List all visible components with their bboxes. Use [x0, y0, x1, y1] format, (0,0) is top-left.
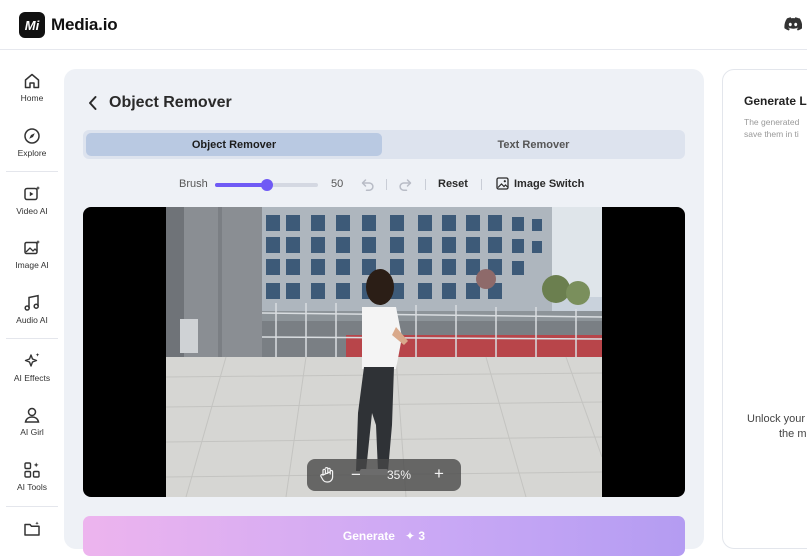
redo-icon[interactable]	[398, 178, 412, 191]
tools-grid-icon	[24, 462, 40, 478]
sidebar-item-label: Video AI	[16, 206, 48, 216]
unlock-message: Unlock your the m	[747, 412, 807, 442]
logo-mark: Mi	[19, 12, 45, 38]
sidebar-item-ai-tools[interactable]: AI Tools	[4, 461, 60, 492]
folder-icon	[24, 521, 40, 536]
panel-title: Generate L	[744, 94, 807, 108]
sidebar-item-home[interactable]: Home	[4, 72, 60, 103]
unlock-message-line: the m	[779, 428, 807, 440]
zoom-out-button[interactable]: −	[351, 465, 361, 485]
video-ai-icon	[24, 186, 40, 201]
image-ai-icon	[24, 240, 40, 255]
sidebar-item-video-ai[interactable]: Video AI	[4, 185, 60, 216]
sidebar-item-label: Explore	[17, 148, 47, 158]
toolbar-divider	[386, 179, 387, 190]
brush-toolbar: Brush 50 Reset Image Switch	[179, 177, 599, 193]
logo[interactable]: Mi Media.io	[19, 12, 118, 38]
ai-girl-icon	[24, 407, 40, 423]
sidebar-item-folder[interactable]	[4, 520, 60, 538]
undo-icon[interactable]	[361, 178, 375, 191]
generation-history-panel: Generate L The generated save them in ti…	[722, 69, 807, 549]
brush-size-value: 50	[331, 178, 344, 190]
generate-label: Generate	[342, 529, 395, 543]
sidebar-item-label: Home	[20, 93, 44, 103]
sidebar-item-explore[interactable]: Explore	[4, 127, 60, 158]
app-name: Media.io	[51, 15, 118, 34]
sidebar-item-label: AI Effects	[13, 373, 51, 383]
panel-description-line: The generated	[744, 117, 800, 127]
music-note-icon	[24, 294, 39, 311]
mode-tabs: Object Remover Text Remover	[83, 130, 685, 159]
image-switch-label: Image Switch	[514, 177, 585, 190]
sidebar-item-audio-ai[interactable]: Audio AI	[4, 294, 60, 325]
sidebar-item-ai-effects[interactable]: AI Effects	[4, 352, 60, 383]
top-bar: Mi Media.io	[0, 0, 807, 50]
sparkle-icon	[24, 353, 40, 367]
brush-slider-fill	[215, 183, 267, 187]
generate-credits: 3	[418, 529, 426, 543]
zoom-in-button[interactable]: +	[434, 464, 444, 484]
home-icon	[24, 73, 40, 89]
page-title: Object Remover	[109, 94, 232, 111]
credit-icon: ✦	[398, 529, 416, 543]
zoom-percent: 35%	[387, 468, 412, 482]
photo-preview	[166, 207, 602, 497]
sidebar-divider	[6, 338, 58, 339]
back-arrow-icon[interactable]	[86, 94, 100, 112]
discord-icon[interactable]	[784, 16, 802, 32]
sidebar-divider	[6, 506, 58, 507]
brush-label: Brush	[179, 178, 208, 190]
sidebar-item-label: AI Tools	[16, 482, 48, 492]
panel-description-line: save them in ti	[744, 129, 799, 139]
generate-button[interactable]: Generate ✦ 3	[83, 516, 685, 556]
reset-button[interactable]: Reset	[438, 178, 468, 190]
sidebar-divider	[6, 171, 58, 172]
sidebar-item-image-ai[interactable]: Image AI	[4, 239, 60, 270]
image-switch-icon	[496, 177, 509, 190]
compass-icon	[24, 128, 40, 144]
sidebar-item-label: Image AI	[15, 260, 49, 270]
unlock-message-line: Unlock your	[747, 413, 806, 425]
sidebar: Home Explore Video AI Image AI Audio AI …	[0, 51, 64, 538]
toolbar-divider	[425, 179, 426, 190]
brush-size-slider[interactable]	[215, 179, 318, 191]
tab-object-remover[interactable]: Object Remover	[86, 133, 382, 156]
panel-description: The generated save them in ti	[744, 116, 799, 140]
sidebar-item-label: AI Girl	[20, 427, 44, 437]
toolbar-divider	[481, 179, 482, 190]
sidebar-item-ai-girl[interactable]: AI Girl	[4, 406, 60, 437]
sidebar-item-label: Audio AI	[16, 315, 48, 325]
image-canvas[interactable]	[83, 207, 685, 497]
brush-slider-thumb[interactable]	[260, 179, 273, 191]
hand-pan-icon[interactable]	[319, 466, 335, 483]
tab-text-remover[interactable]: Text Remover	[385, 133, 682, 156]
image-switch-button[interactable]: Image Switch	[496, 177, 584, 190]
zoom-controls: − 35% +	[307, 459, 461, 491]
